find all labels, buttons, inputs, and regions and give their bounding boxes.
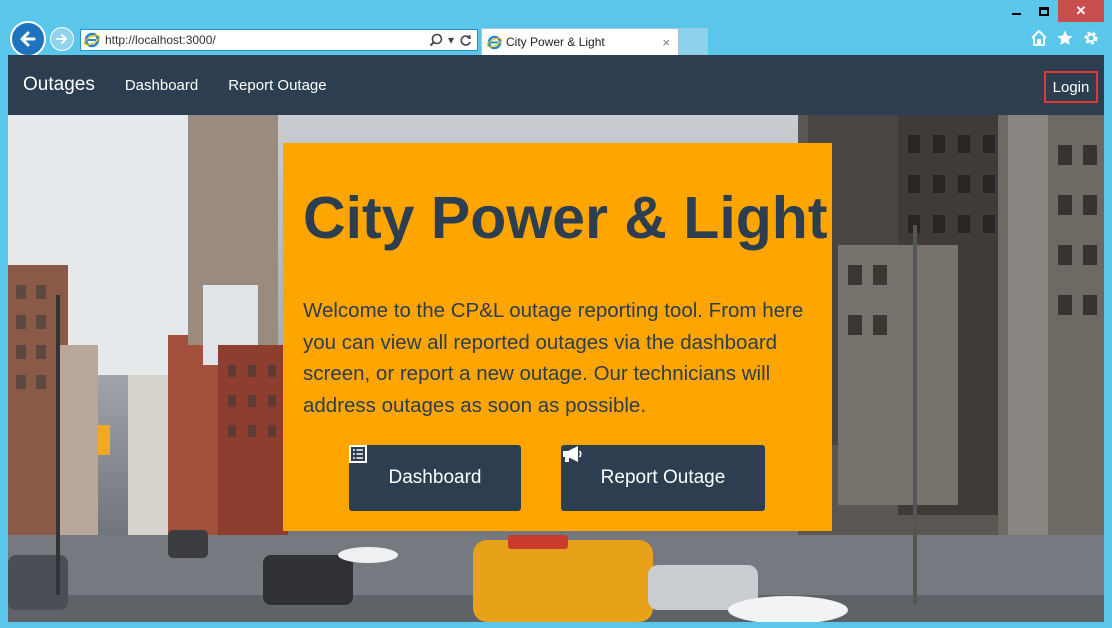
hero-section: City Power & Light Welcome to the CP&L o…: [8, 115, 1104, 622]
web-page: Outages Dashboard Report Outage Login Ci…: [8, 55, 1104, 622]
forward-button[interactable]: [50, 27, 74, 51]
nav-link-report-outage[interactable]: Report Outage: [228, 77, 326, 94]
bullhorn-icon: [563, 446, 582, 462]
site-navbar: Outages Dashboard Report Outage Login: [8, 55, 1104, 115]
brand-outages[interactable]: Outages: [23, 74, 95, 96]
home-icon[interactable]: [1030, 29, 1048, 47]
login-button[interactable]: Login: [1044, 71, 1098, 103]
address-bar[interactable]: http://localhost:3000/ ▾: [80, 29, 478, 51]
search-icon[interactable]: [429, 33, 443, 47]
dashboard-button[interactable]: Dashboard: [349, 445, 521, 511]
tab-title: City Power & Light: [506, 35, 605, 49]
dropdown-arrow-icon[interactable]: ▾: [448, 33, 454, 47]
minimize-button[interactable]: [1002, 0, 1030, 22]
back-icon: [20, 31, 36, 47]
address-url[interactable]: http://localhost:3000/: [103, 33, 429, 47]
settings-gear-icon[interactable]: [1082, 29, 1100, 47]
new-tab-button[interactable]: [679, 28, 708, 55]
browser-chrome: ✕ http://localhost:3000/ ▾ City Power & …: [0, 0, 1112, 57]
report-outage-button-label: Report Outage: [600, 467, 726, 488]
welcome-card: City Power & Light Welcome to the CP&L o…: [283, 143, 832, 531]
ie-icon: [81, 30, 103, 50]
close-window-button[interactable]: ✕: [1058, 0, 1104, 22]
page-title: City Power & Light: [303, 185, 828, 251]
refresh-icon[interactable]: [459, 34, 472, 47]
back-button[interactable]: [10, 21, 46, 57]
favorites-star-icon[interactable]: [1056, 29, 1074, 47]
tab-city-power-light[interactable]: City Power & Light ×: [481, 28, 679, 55]
maximize-button[interactable]: [1030, 0, 1058, 22]
dashboard-button-label: Dashboard: [388, 467, 482, 488]
nav-link-dashboard[interactable]: Dashboard: [125, 77, 198, 94]
welcome-description: Welcome to the CP&L outage reporting too…: [303, 299, 804, 417]
ie-tab-icon: [487, 35, 502, 49]
report-outage-button[interactable]: Report Outage: [561, 445, 765, 511]
forward-icon: [56, 34, 67, 44]
window-controls: ✕: [1002, 0, 1104, 22]
list-icon: [349, 445, 367, 463]
tab-close-icon[interactable]: ×: [662, 35, 678, 50]
